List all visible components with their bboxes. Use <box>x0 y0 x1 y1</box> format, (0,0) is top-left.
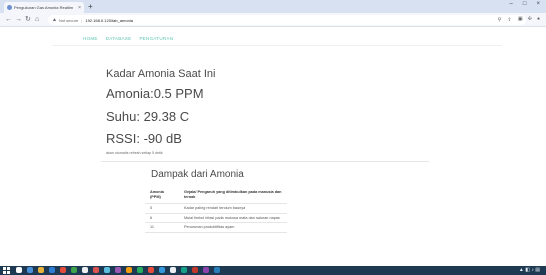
address-bar[interactable]: ▲ Not secure | 192.168.0.120/tab_amonia … <box>48 15 526 25</box>
store-icon[interactable] <box>82 267 88 273</box>
task-view-icon[interactable] <box>27 267 33 273</box>
minimize-button[interactable]: – <box>510 1 513 7</box>
browser-toolbar: ← → ↻ ⌂ ▲ Not secure | 192.168.0.120/tab… <box>0 13 546 27</box>
back-arrow-icon[interactable]: ← <box>5 15 12 24</box>
app-icon[interactable] <box>148 267 154 273</box>
chrome-icon[interactable] <box>60 267 66 273</box>
reload-icon[interactable]: ↻ <box>25 15 31 24</box>
readings-title: Kadar Amonia Saat Ini <box>106 68 216 80</box>
nav-home[interactable]: HOME <box>83 36 98 41</box>
extension-icons: ▣ ✣ ● <box>518 16 540 22</box>
dampak-table: Amonia (PPM) Gejala/ Pengaruh yang ditim… <box>145 188 287 233</box>
forward-arrow-icon[interactable]: → <box>15 15 22 24</box>
taskbar-apps <box>16 267 220 273</box>
column-header-amonia: Amonia (PPM) <box>145 188 179 205</box>
table-cell-effect: Kadar paling rendah tercium baunya <box>179 203 287 214</box>
app-icon[interactable] <box>126 267 132 273</box>
app-icon[interactable] <box>203 267 209 273</box>
edge-icon[interactable] <box>49 267 55 273</box>
nav-database[interactable]: DATABASE <box>106 36 132 41</box>
app-icon[interactable] <box>181 267 187 273</box>
home-icon[interactable]: ⌂ <box>35 15 39 24</box>
address-separator: | <box>81 17 83 23</box>
table-row: 5 Kadar paling rendah tercium baunya <box>145 203 287 214</box>
app-icon[interactable] <box>137 267 143 273</box>
nav-pengaturan[interactable]: PENGATURAN <box>139 36 173 41</box>
rssi-reading: RSSI: -90 dB <box>106 131 182 146</box>
table-cell-ppm: 6 <box>145 213 179 224</box>
tab-title: Pengukuran Gas Amonia Realtim <box>14 5 74 10</box>
dampak-title: Dampak dari Amonia <box>151 169 244 180</box>
table-cell-ppm: 5 <box>145 203 179 214</box>
app-icon[interactable] <box>159 267 165 273</box>
app-icon[interactable] <box>104 267 110 273</box>
window-controls: – □ × <box>510 1 540 7</box>
table-cell-effect: Mulai timbul iritasi pada mukosa mata da… <box>179 213 287 224</box>
app-icon[interactable] <box>115 267 121 273</box>
table-cell-effect: Penurunan produktifitas ayam <box>179 222 287 233</box>
amonia-reading: Amonia:0.5 PPM <box>106 86 204 101</box>
column-header-gejala: Gejala/ Pengaruh yang ditimbulkan pada m… <box>179 188 287 205</box>
temperature-reading: Suhu: 29.38 C <box>106 109 190 124</box>
security-label: Not secure <box>58 17 79 23</box>
puzzle-icon[interactable]: ✣ <box>528 16 532 22</box>
browser-tab[interactable]: Pengukuran Gas Amonia Realtim × <box>4 2 84 13</box>
app-icon[interactable] <box>93 267 99 273</box>
url-text[interactable]: 192.168.0.120/tab_amonia <box>85 18 133 23</box>
tab-favicon-icon <box>7 5 12 10</box>
table-row: 6 Mulai timbul iritasi pada mukosa mata … <box>145 213 287 224</box>
table-cell-ppm: 11 <box>145 222 179 233</box>
browser-tab-strip: Pengukuran Gas Amonia Realtim × + – □ × <box>0 0 546 13</box>
refresh-note: akan otomatis refresh setiap 5 detik <box>106 151 163 155</box>
windows-start-icon[interactable] <box>3 267 10 274</box>
extension-icon[interactable]: ▣ <box>518 16 523 22</box>
file-explorer-icon[interactable] <box>38 267 44 273</box>
search-icon[interactable] <box>16 267 22 273</box>
app-icon[interactable] <box>71 267 77 273</box>
tab-close-icon[interactable]: × <box>78 5 81 11</box>
app-icon[interactable] <box>170 267 176 273</box>
page-nav: HOME DATABASE PENGATURAN <box>83 36 173 41</box>
maximize-button[interactable]: □ <box>523 1 527 7</box>
new-tab-button[interactable]: + <box>88 2 93 11</box>
table-header-row: Amonia (PPM) Gejala/ Pengaruh yang ditim… <box>145 188 287 205</box>
table-row: 11 Penurunan produktifitas ayam <box>145 222 287 233</box>
profile-icon[interactable]: ● <box>537 16 540 22</box>
nav-divider <box>52 45 502 46</box>
app-icon[interactable] <box>192 267 198 273</box>
close-window-button[interactable]: × <box>536 1 540 7</box>
zoom-icon[interactable]: ⚲ <box>498 17 502 23</box>
os-taskbar: ▲ ◧ ♪ ▤ <box>0 266 546 275</box>
warning-icon: ▲ <box>52 17 57 23</box>
section-divider <box>101 161 429 162</box>
app-icon[interactable] <box>214 267 220 273</box>
system-tray[interactable]: ▲ ◧ ♪ ▤ <box>519 267 540 273</box>
share-icon[interactable]: ⇪ <box>507 17 511 23</box>
